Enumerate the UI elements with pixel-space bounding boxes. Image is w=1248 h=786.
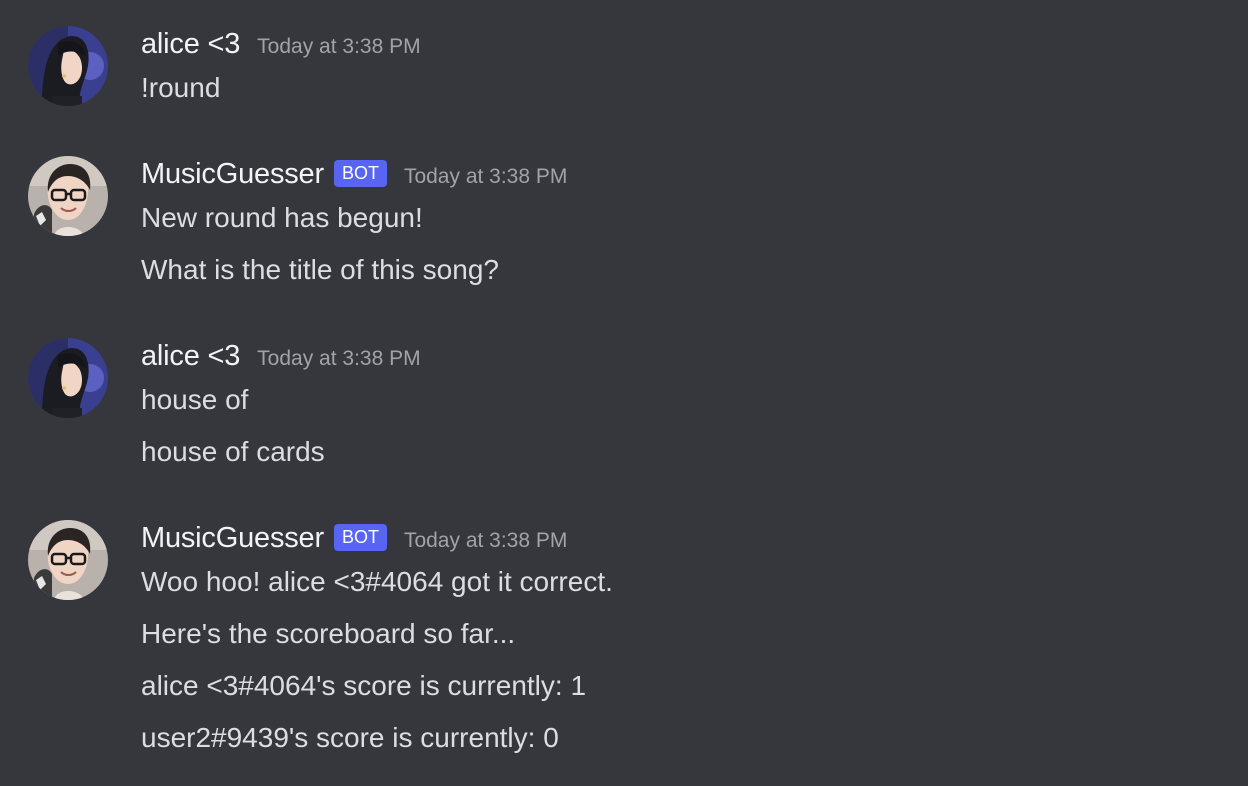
timestamp: Today at 3:38 PM [403, 165, 568, 188]
bot-badge: BOT [333, 159, 387, 187]
message-header: MusicGuesser BOT Today at 3:38 PM [141, 520, 567, 556]
message-text: alice <3#4064's score is currently: 1 [141, 670, 587, 701]
message-text: Here's the scoreboard so far... [141, 618, 516, 649]
message-text: Woo hoo! alice <3#4064 got it correct. [141, 566, 613, 597]
username[interactable]: MusicGuesser [141, 158, 324, 191]
anime-girl-avatar-icon[interactable] [28, 338, 108, 418]
message-header: MusicGuesser BOT Today at 3:38 PM [141, 156, 567, 192]
anime-girl-avatar-icon[interactable] [28, 26, 108, 106]
username[interactable]: MusicGuesser [141, 522, 324, 555]
message-text: What is the title of this song? [141, 254, 499, 285]
message-header: alice <3 Today at 3:38 PM [141, 26, 421, 62]
message-header: alice <3 Today at 3:38 PM [141, 338, 421, 374]
username[interactable]: alice <3 [141, 340, 240, 373]
message-text: house of cards [141, 436, 325, 467]
message-text: !round [141, 72, 221, 103]
person-glasses-avatar-icon[interactable] [28, 520, 108, 600]
timestamp: Today at 3:38 PM [257, 35, 421, 58]
timestamp: Today at 3:38 PM [403, 529, 568, 552]
timestamp: Today at 3:38 PM [257, 347, 421, 370]
message-text: house of [141, 384, 249, 415]
message-text: New round has begun! [141, 202, 423, 233]
person-glasses-avatar-icon[interactable] [28, 156, 108, 236]
message-text: user2#9439's score is currently: 0 [141, 722, 559, 753]
username[interactable]: alice <3 [141, 28, 240, 61]
bot-badge: BOT [333, 523, 387, 551]
